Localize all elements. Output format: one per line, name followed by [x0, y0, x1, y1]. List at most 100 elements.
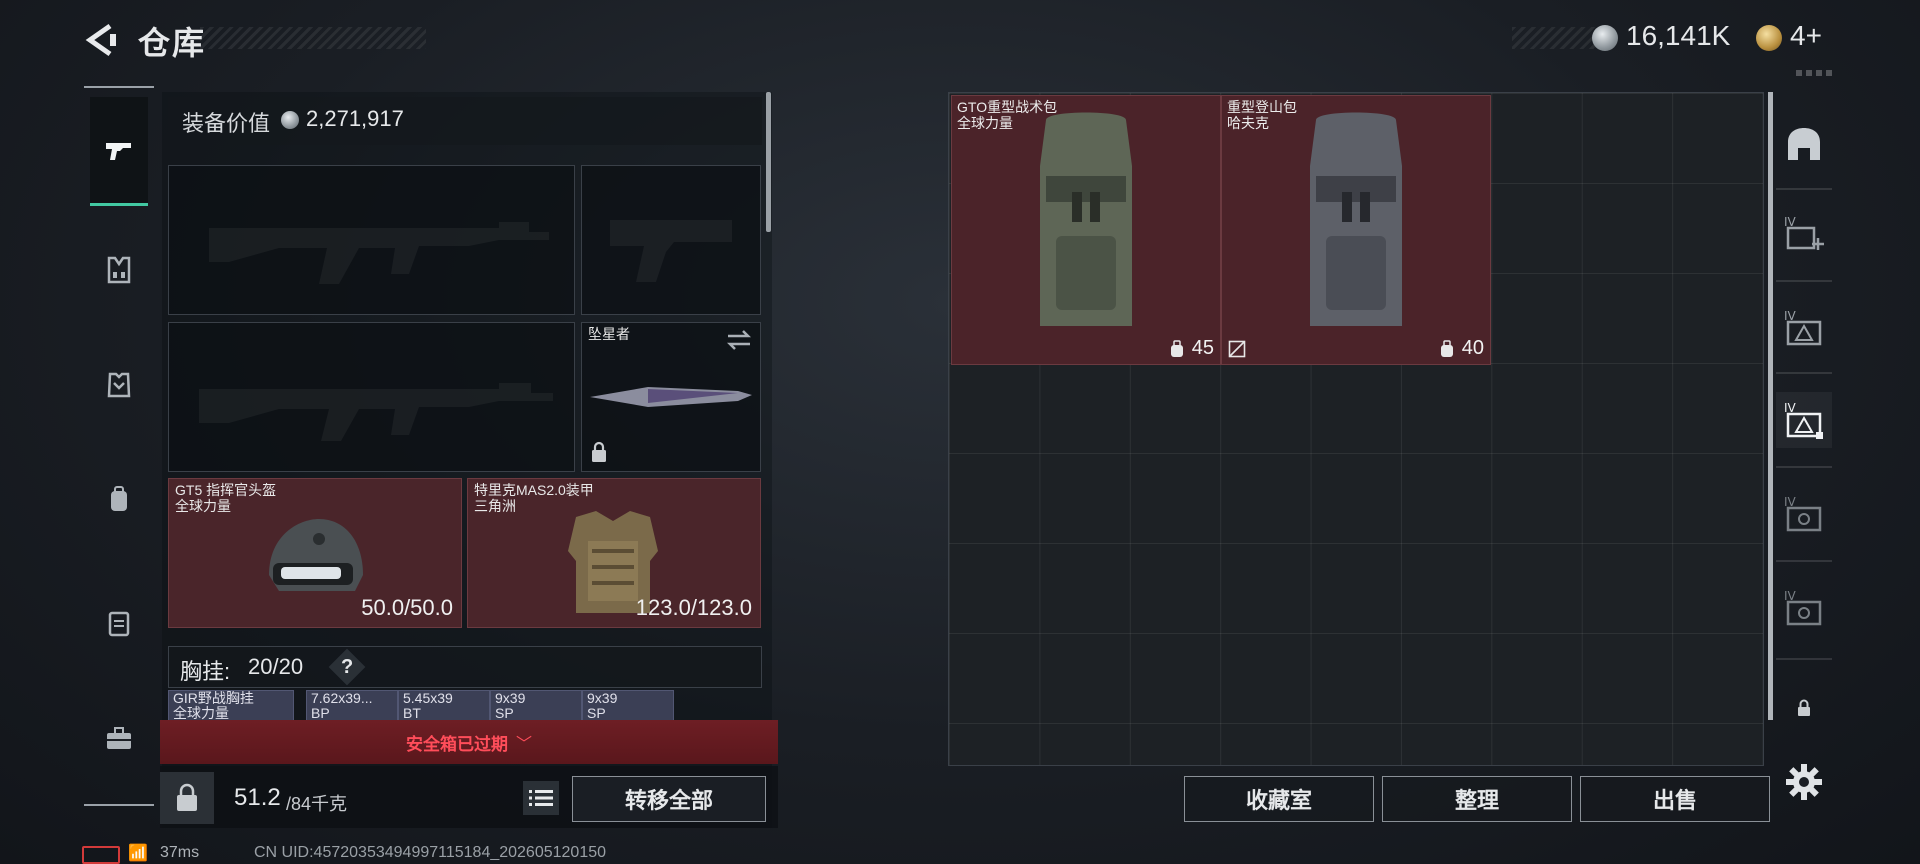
storage-tab-2[interactable]: IV	[1776, 300, 1832, 356]
weight-max: /84千克	[286, 794, 348, 814]
back-button[interactable]	[80, 20, 120, 60]
nav-bottom-divider	[84, 804, 154, 806]
battery-icon	[82, 846, 120, 864]
storage-item[interactable]: GTO重型战术包 全球力量 45	[951, 95, 1221, 365]
storage-slot-icon: IV	[1784, 495, 1822, 532]
storage-tab-locked[interactable]	[1776, 680, 1832, 736]
ammo-type: BT	[403, 705, 421, 721]
transfer-all-button[interactable]: 转移全部	[572, 776, 766, 822]
arrow-left-icon	[85, 23, 116, 57]
storage-grid[interactable]: GTO重型战术包 全球力量 45 重型登山包 哈夫克 40	[948, 92, 1764, 766]
nav-tab-armor[interactable]	[90, 356, 148, 414]
pistol-silhouette-icon	[610, 220, 732, 282]
list-icon	[529, 790, 553, 806]
ammo-caliber: 9x39	[587, 690, 618, 706]
backpack-capacity-icon	[1441, 340, 1453, 357]
ammo-caliber: 9x39	[495, 690, 526, 706]
pistol-icon	[106, 143, 131, 160]
ammo-item[interactable]: 7.62x39... BP	[306, 690, 398, 722]
armor-name: 特里克MAS2.0装甲	[474, 482, 594, 498]
no-insurance-icon	[1228, 340, 1246, 358]
ammo-caliber: 7.62x39...	[311, 690, 373, 706]
tab-separator	[1776, 280, 1832, 282]
weight-current: 51.2	[234, 784, 281, 811]
helmet-name: GT5 指挥官头盔	[175, 482, 277, 498]
nav-tab-container[interactable]	[90, 594, 148, 652]
tab-separator	[1776, 372, 1832, 374]
premium-balance[interactable]: 4+	[1790, 20, 1822, 52]
equipment-value-label: 装备价值	[182, 111, 271, 136]
helmet-image	[269, 519, 363, 591]
storage-slot-icon: IV	[1784, 589, 1822, 626]
melee-slot[interactable]: 坠星者	[581, 322, 761, 472]
currency-balance[interactable]: 16,141K	[1626, 20, 1730, 52]
nav-top-divider	[84, 86, 154, 88]
ammo-caliber: 5.45x39	[403, 690, 453, 706]
nav-tab-toolbox[interactable]	[90, 710, 148, 768]
lock-icon	[177, 783, 197, 811]
chest-rig-item[interactable]: GIR野战胸挂 全球力量	[168, 690, 294, 722]
tab-separator	[1776, 658, 1832, 660]
tab-separator	[1776, 188, 1832, 190]
equipment-scrollbar[interactable]	[766, 92, 771, 232]
backpack-image	[1310, 112, 1402, 326]
nav-tab-backpack[interactable]	[90, 470, 148, 528]
ammo-item[interactable]: 5.45x39 BT	[398, 690, 490, 722]
ammo-type: SP	[495, 705, 514, 721]
backpack-icon	[111, 486, 127, 511]
ammo-item[interactable]: 9x39 SP	[490, 690, 582, 722]
secondary-weapon-slot[interactable]	[168, 322, 575, 472]
item-capacity: 40	[1461, 337, 1484, 359]
helmet-slot[interactable]: GT5 指挥官头盔 全球力量 50.0/50.0	[168, 478, 462, 628]
chest-rig-label: 胸挂:	[180, 659, 231, 684]
vest-icon	[107, 256, 131, 284]
collection-room-button[interactable]: 收藏室	[1184, 776, 1374, 822]
equipment-value: 2,271,917	[306, 106, 404, 131]
item-capacity: 45	[1191, 337, 1214, 359]
storage-tab-main[interactable]	[1776, 116, 1832, 172]
case-icon	[108, 611, 130, 637]
ping-value: 37ms	[160, 844, 200, 861]
coin-icon	[1592, 25, 1618, 51]
safe-box-expired-banner[interactable]: 安全箱已过期 ﹀	[160, 720, 778, 764]
organize-button[interactable]: 整理	[1382, 776, 1572, 822]
backpack-image	[1040, 112, 1132, 326]
ammo-type: SP	[587, 705, 606, 721]
storage-tab-add[interactable]: IV	[1776, 206, 1832, 262]
title-decoration	[200, 27, 426, 49]
armor-slot[interactable]: 特里克MAS2.0装甲 三角洲 123.0/123.0	[467, 478, 761, 628]
item-name: GIR野战胸挂	[173, 690, 254, 706]
tab-separator	[1776, 466, 1832, 468]
page-title: 仓库	[138, 25, 207, 61]
primary-weapon-slot[interactable]	[168, 165, 575, 315]
backpack-capacity-icon	[1171, 340, 1183, 357]
storage-scrollbar[interactable]	[1768, 92, 1773, 720]
currency-decoration	[1512, 27, 1596, 49]
storage-tab-5[interactable]: IV	[1776, 580, 1832, 636]
sidearm-slot[interactable]	[581, 165, 761, 315]
warehouse-icon	[1788, 128, 1820, 160]
tab-separator	[1776, 560, 1832, 562]
wifi-icon: 📶	[128, 845, 148, 862]
nav-tab-weapons[interactable]	[90, 97, 148, 206]
knife-image	[590, 387, 752, 407]
rifle-silhouette-icon	[209, 222, 549, 284]
settings-button[interactable]	[1776, 754, 1832, 810]
gear-icon	[1786, 764, 1822, 800]
question-icon: ?	[340, 656, 354, 678]
weight-lock-button[interactable]	[160, 772, 214, 824]
storage-slot-icon: IV	[1784, 401, 1823, 439]
ammo-item[interactable]: 9x39 SP	[582, 690, 674, 722]
storage-item[interactable]: 重型登山包 哈夫克 40	[1221, 95, 1491, 365]
toolbox-icon	[107, 727, 131, 749]
swap-icon[interactable]	[726, 329, 752, 351]
lock-icon	[1798, 699, 1810, 716]
storage-tab-3[interactable]: IV	[1776, 392, 1832, 448]
list-view-button[interactable]	[523, 781, 559, 815]
ammo-type: BP	[311, 705, 330, 721]
storage-tab-4[interactable]: IV	[1776, 486, 1832, 542]
nav-tab-chest-rig[interactable]	[90, 241, 148, 299]
item-maker: 全球力量	[173, 705, 229, 721]
user-uid: CN UID:45720353494997115184_202605120150	[254, 844, 607, 861]
sell-button[interactable]: 出售	[1580, 776, 1770, 822]
